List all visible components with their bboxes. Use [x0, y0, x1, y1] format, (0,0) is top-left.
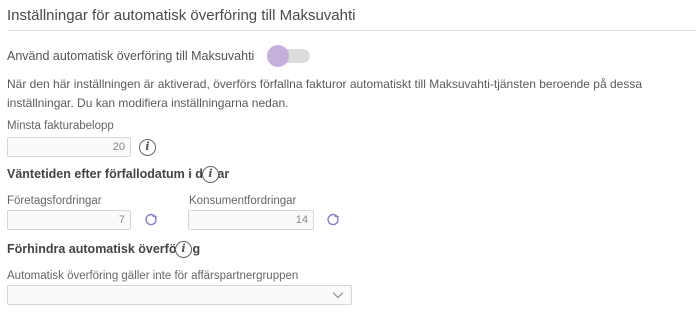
- prevent-transfer-heading: Förhindra automatisk överföring: [7, 242, 201, 256]
- chevron-down-icon: [332, 292, 344, 299]
- prevent-transfer-info-icon[interactable]: i: [175, 241, 192, 258]
- partner-group-label: Automatisk överföring gäller inte för af…: [7, 270, 299, 282]
- min-amount-input[interactable]: [7, 137, 131, 157]
- toggle-knob: [267, 45, 290, 67]
- consumer-refresh-icon[interactable]: [326, 213, 340, 227]
- min-amount-label: Minsta fakturabelopp: [7, 120, 114, 132]
- min-amount-info-icon[interactable]: i: [139, 139, 156, 156]
- wait-time-info-icon[interactable]: i: [202, 166, 219, 183]
- company-refresh-icon[interactable]: [144, 213, 158, 227]
- consumer-receivables-label: Konsumentfordringar: [189, 195, 297, 207]
- title-divider: [7, 30, 697, 31]
- auto-transfer-toggle-label: Använd automatisk överföring till Maksuv…: [7, 49, 255, 63]
- description-text: När den här inställningen är aktiverad, …: [7, 77, 642, 110]
- wait-time-heading: Väntetiden efter förfallodatum i dagar: [7, 167, 230, 181]
- auto-transfer-toggle[interactable]: [266, 45, 312, 67]
- company-receivables-input[interactable]: [7, 210, 131, 230]
- section-title: Inställningar för automatisk överföring …: [7, 7, 356, 24]
- partner-group-select[interactable]: [7, 285, 352, 305]
- auto-transfer-toggle-row: Använd automatisk överföring till Maksuv…: [7, 45, 312, 67]
- consumer-receivables-input[interactable]: [188, 210, 314, 230]
- company-receivables-label: Företagsfordringar: [7, 195, 102, 207]
